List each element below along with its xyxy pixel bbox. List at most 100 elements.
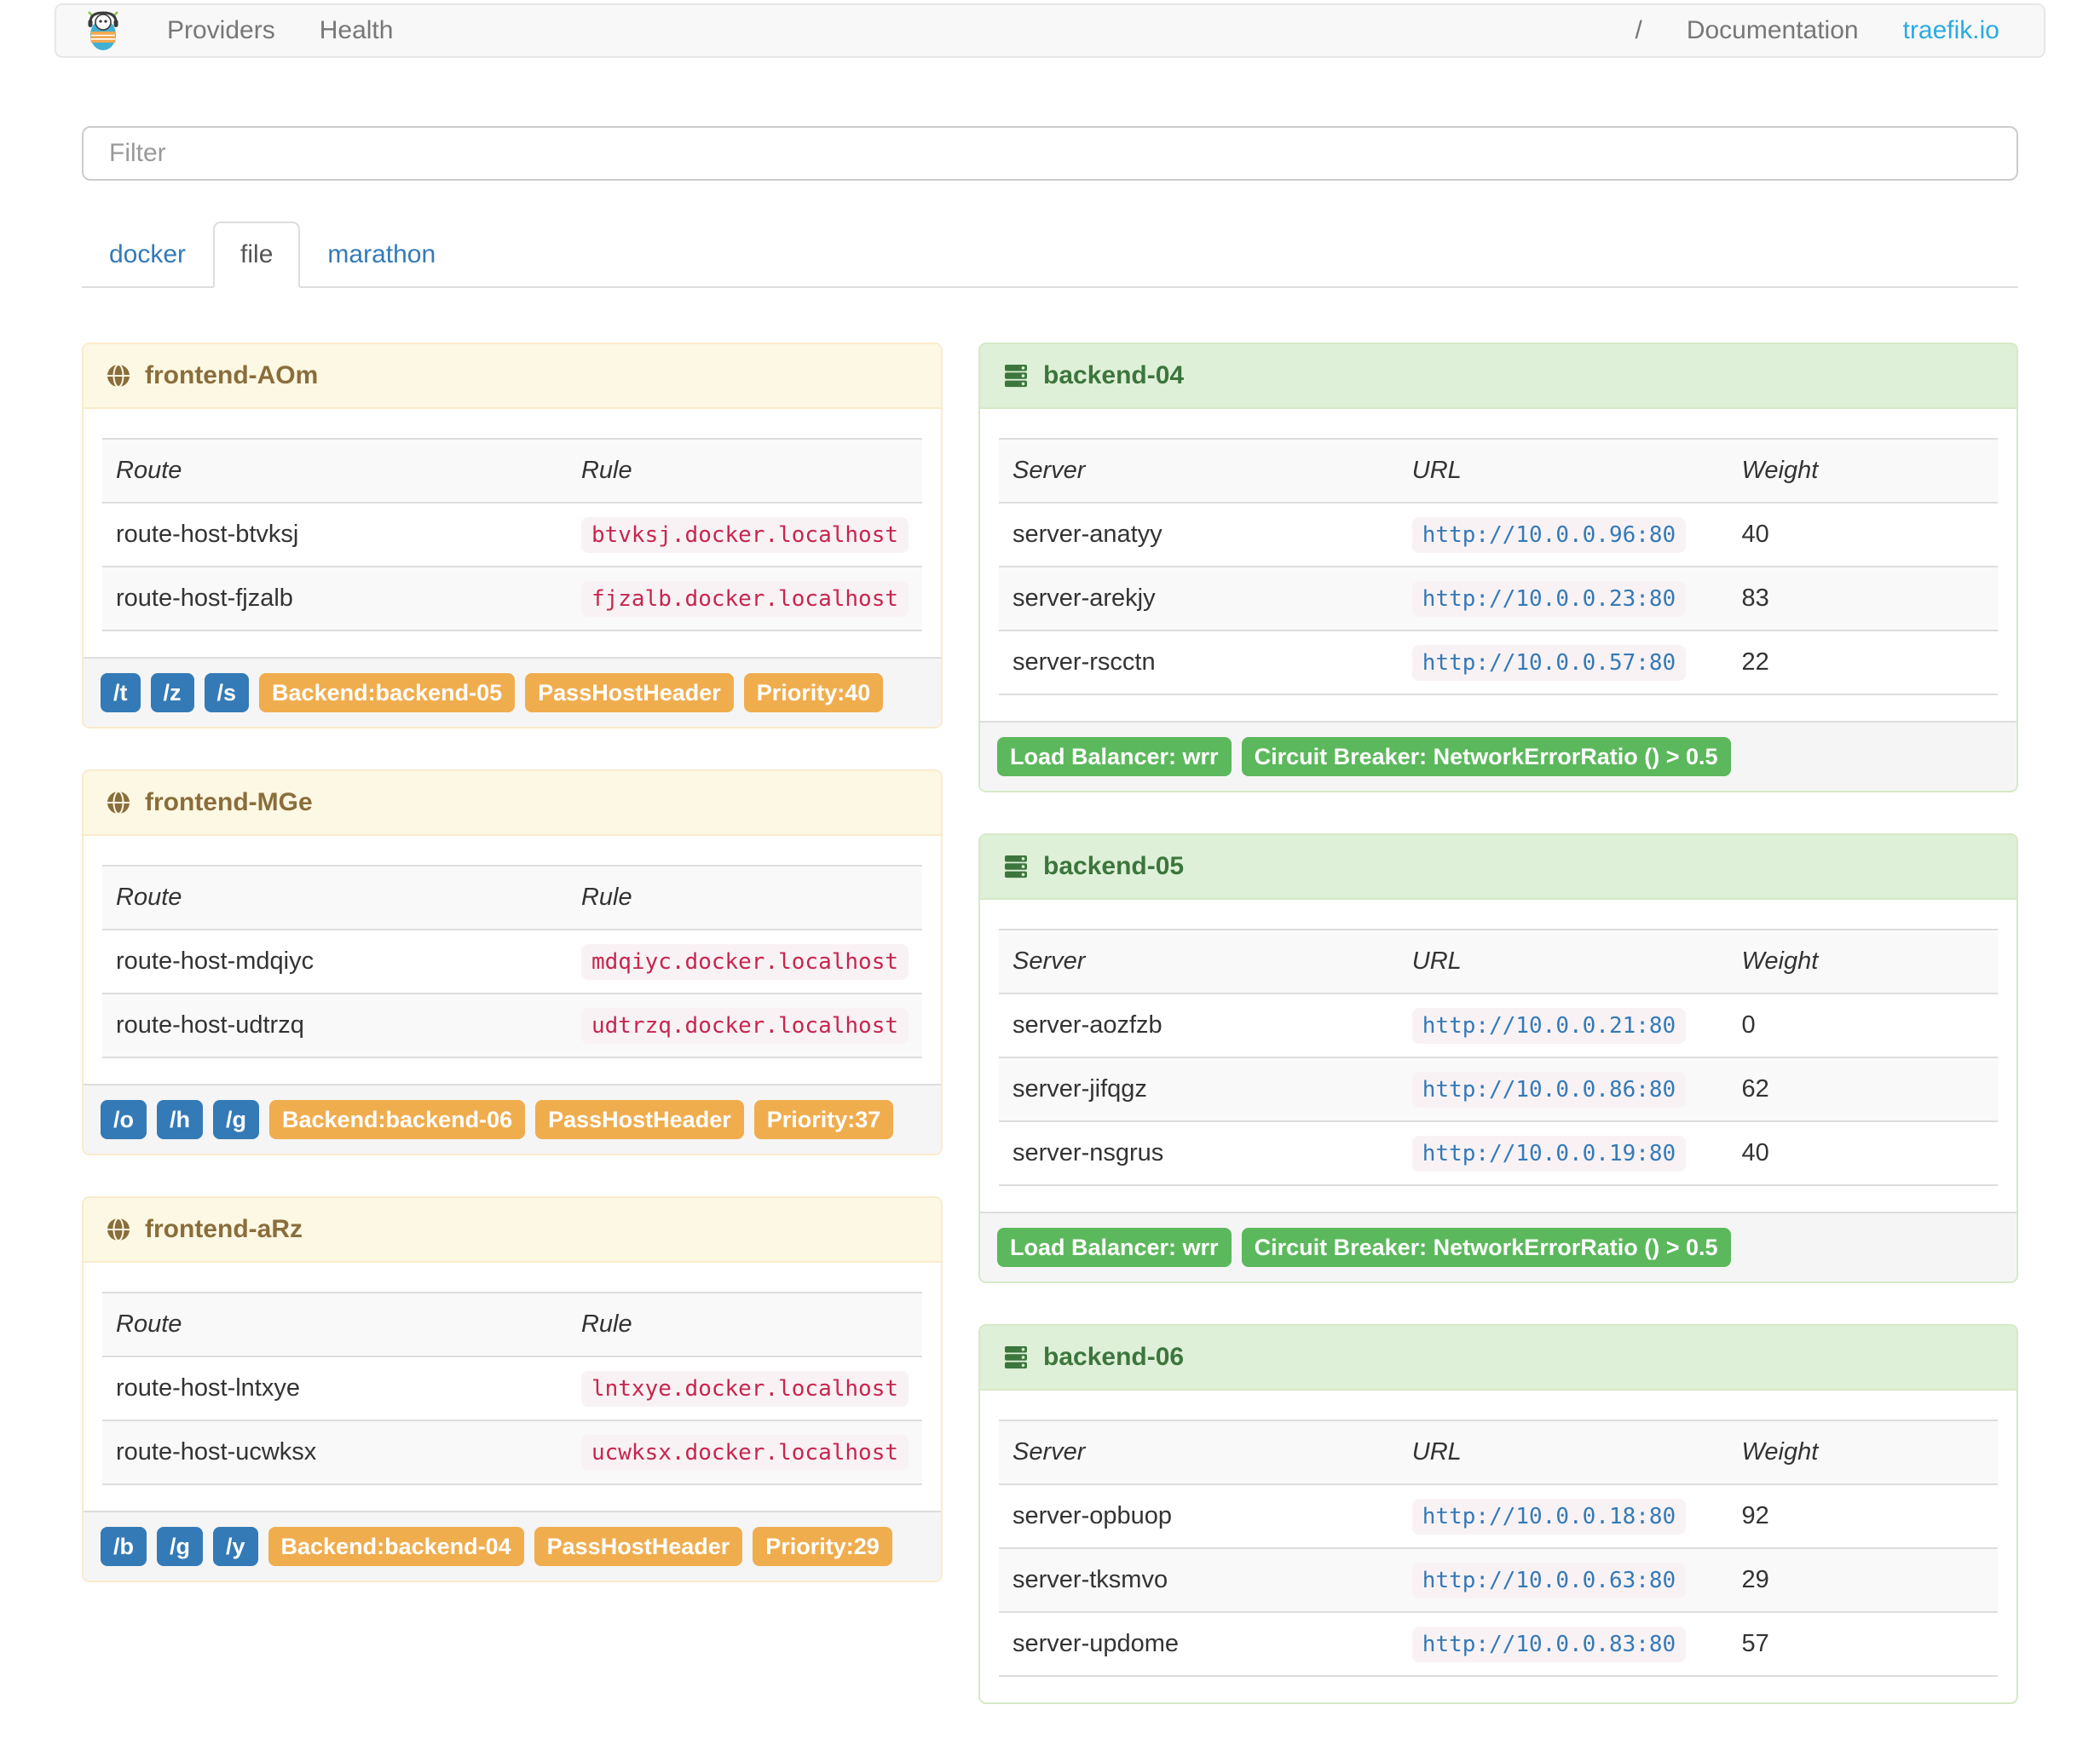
tab-docker[interactable]: docker [82, 222, 213, 288]
server-row: server-arekjy http://10.0.0.23:80 83 [999, 567, 1998, 631]
entrypoint-badge: /z [150, 673, 194, 712]
route-row: route-host-mdqiyc mdqiyc.docker.localhost [102, 930, 922, 994]
column-header: URL [1398, 1420, 1728, 1485]
table-header-row: Route Rule [102, 1292, 922, 1357]
server-row: server-tksmvo http://10.0.0.63:80 29 [999, 1548, 1998, 1613]
backend-tag-badge: Load Balancer: wrr [997, 737, 1232, 776]
server-url: http://10.0.0.57:80 [1411, 645, 1687, 681]
rule-value: btvksj.docker.localhost [580, 517, 909, 553]
server-weight: 40 [1728, 503, 1998, 567]
server-url-cell: http://10.0.0.57:80 [1398, 631, 1728, 695]
route-name: route-host-fjzalb [102, 567, 568, 631]
route-name: route-host-udtrzq [102, 993, 568, 1058]
nav-health[interactable]: Health [297, 16, 416, 45]
traefik-logo-icon [84, 9, 123, 52]
tab-marathon[interactable]: marathon [300, 222, 463, 288]
nav-documentation[interactable]: Documentation [1664, 16, 1881, 45]
nav-separator: / [1635, 16, 1642, 44]
server-row: server-nsgrus http://10.0.0.19:80 40 [999, 1121, 1998, 1186]
server-url-cell: http://10.0.0.18:80 [1398, 1484, 1728, 1549]
frontend-tag-badge: Priority:37 [753, 1100, 894, 1139]
route-name: route-host-btvksj [102, 503, 568, 567]
backend-tag-badge: Load Balancer: wrr [997, 1228, 1232, 1267]
panel-footer: Load Balancer: wrr Circuit Breaker: Netwo… [980, 721, 2016, 791]
server-name: server-arekjy [999, 567, 1399, 631]
routes-table: Route Rule route-host-btvksj btvksj.docker.… [102, 438, 922, 631]
globe-icon [106, 363, 131, 389]
servers-table: Server URL Weight server-aozfzb http://10.0.… [999, 929, 1998, 1186]
server-row: server-aozfzb http://10.0.0.21:80 0 [999, 993, 1998, 1058]
panel-footer: /b/g/y Backend:backend-04 PassHostHeader Pr… [84, 1511, 941, 1581]
rule-cell: lntxye.docker.localhost [567, 1356, 922, 1421]
backend-panel-header: backend-04 [980, 344, 2016, 409]
entrypoint-badge: /g [213, 1100, 259, 1139]
nav-traefik-io[interactable]: traefik.io [1881, 16, 2022, 45]
backend-panel: backend-06 Server URL Weight server-opbuop ht… [978, 1324, 2018, 1704]
frontend-tag-badge: Priority:40 [743, 673, 884, 712]
panel-footer: /t/z/s Backend:backend-05 PassHostHeader Pr… [84, 657, 941, 727]
frontend-panel-title: frontend-aRz [145, 1215, 303, 1243]
rule-cell: fjzalb.docker.localhost [567, 567, 922, 631]
backend-panel: backend-05 Server URL Weight server-aozfzb ht… [978, 833, 2018, 1283]
server-row: server-updome http://10.0.0.83:80 57 [999, 1612, 1998, 1677]
column-header: URL [1398, 438, 1728, 504]
frontend-tag-badge: PassHostHeader [525, 673, 734, 712]
servers-table: Server URL Weight server-opbuop http://10.0.… [999, 1420, 1998, 1677]
globe-icon [106, 790, 131, 815]
server-weight: 57 [1728, 1612, 1998, 1677]
server-url: http://10.0.0.19:80 [1411, 1136, 1687, 1172]
server-url-cell: http://10.0.0.21:80 [1398, 993, 1728, 1058]
backend-panel-header: backend-06 [980, 1326, 2016, 1391]
entrypoint-badge: /g [157, 1527, 203, 1566]
route-row: route-host-udtrzq udtrzq.docker.localhost [102, 993, 922, 1058]
server-name: server-aozfzb [999, 993, 1399, 1058]
frontend-panel-body: Route Rule route-host-mdqiyc mdqiyc.docker.… [84, 836, 941, 1084]
server-weight: 22 [1728, 631, 1998, 695]
server-url: http://10.0.0.63:80 [1411, 1563, 1687, 1598]
globe-icon [106, 1217, 131, 1242]
frontend-panel: frontend-MGe Route Rule route-host-mdqiyc md… [82, 769, 943, 1155]
backend-panel-title: backend-04 [1043, 361, 1185, 389]
server-url-cell: http://10.0.0.96:80 [1398, 503, 1728, 567]
tab-file[interactable]: file [213, 222, 301, 288]
routes-table: Route Rule route-host-lntxye lntxye.docker.… [102, 1292, 922, 1485]
backend-panel-title: backend-05 [1043, 852, 1185, 880]
entrypoint-badge: /s [204, 673, 250, 712]
main-content: docker file marathon frontend-AOm RouteRu… [82, 126, 2018, 1745]
table-header-row: Route Rule [102, 865, 922, 930]
server-url-cell: http://10.0.0.63:80 [1398, 1548, 1728, 1613]
column-header: Server [999, 1420, 1399, 1485]
frontend-panel-body: Route Rule route-host-lntxye lntxye.docker.… [84, 1263, 941, 1511]
entrypoint-badge: /o [101, 1100, 147, 1139]
backend-panel-body: Server URL Weight server-aozfzb http://10.0.… [980, 900, 2016, 1212]
rule-cell: udtrzq.docker.localhost [567, 993, 922, 1058]
route-row: route-host-lntxye lntxye.docker.localhost [102, 1356, 922, 1421]
backend-tag-badge: Circuit Breaker: NetworkErrorRatio () > … [1241, 737, 1731, 776]
entrypoint-badge: /h [157, 1100, 203, 1139]
rule-cell: btvksj.docker.localhost [567, 503, 922, 567]
column-header: Weight [1728, 1420, 1998, 1485]
server-url: http://10.0.0.21:80 [1411, 1008, 1687, 1044]
rule-value: fjzalb.docker.localhost [580, 581, 909, 617]
backend-panel-title: backend-06 [1043, 1343, 1185, 1371]
backend-panel-header: backend-05 [980, 835, 2016, 900]
column-header: Server [999, 438, 1399, 504]
server-name: server-rscctn [999, 631, 1399, 695]
server-row: server-opbuop http://10.0.0.18:80 92 [999, 1484, 1998, 1549]
entrypoint-badge: /b [101, 1527, 147, 1566]
frontend-panel-title: frontend-AOm [145, 361, 319, 389]
server-url: http://10.0.0.18:80 [1411, 1499, 1687, 1535]
filter-input[interactable] [82, 126, 2018, 181]
table-header-row: Server URL Weight [999, 1420, 1998, 1485]
table-head: Route Rule [102, 1292, 922, 1357]
server-weight: 62 [1728, 1057, 1998, 1122]
backend-tag-badge: Circuit Breaker: NetworkErrorRatio () > … [1241, 1228, 1731, 1267]
server-url-cell: http://10.0.0.83:80 [1398, 1612, 1728, 1677]
entrypoint-badge: /t [101, 673, 141, 712]
column-header: Route [102, 1292, 568, 1357]
frontend-tag-badge: PassHostHeader [535, 1100, 744, 1139]
servers-table-body: server-aozfzb http://10.0.0.21:80 0 server-… [999, 993, 1998, 1186]
server-icon [1002, 853, 1030, 880]
nav-providers[interactable]: Providers [145, 16, 297, 45]
frontend-tag-badge: Backend:backend-05 [259, 673, 516, 712]
